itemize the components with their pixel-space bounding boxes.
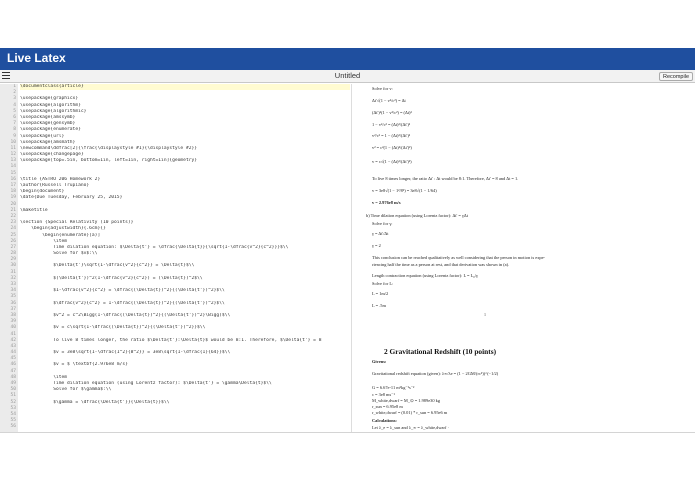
- preview-text-line: r_white,dwarf = (0.01) * r_sun = 6.95e6 …: [372, 410, 448, 415]
- preview-text-line: Let λ_e = λ_sun and λ_∞ = λ_white,dwarf …: [372, 425, 449, 430]
- code-line[interactable]: To live 8 times longer, the ratio $\Delt…: [20, 338, 350, 344]
- preview-text-line: L = 1m/2: [372, 291, 389, 296]
- app-header: Live Latex: [0, 48, 695, 70]
- line-number-gutter: 1 2 3 4 5 6 7 8 9 10 11 12 13 14 15 16 17 18 19 20 21 22 23 24 2…: [0, 84, 18, 432]
- preview-text-line: Gravitational redshift equation (given):…: [372, 371, 499, 376]
- app-title: Live Latex: [7, 51, 66, 65]
- preview-text-line: γ = Δt'/Δt: [372, 231, 389, 236]
- preview-text-line: L = .5m: [372, 303, 386, 308]
- line-number: 56: [10, 424, 16, 430]
- preview-text-line: 1 − v²/c² = (Δt)²/(Δt')²: [372, 122, 411, 127]
- preview-text-line: r_sun = 6.95e8 m: [372, 404, 403, 409]
- bottom-area: [0, 432, 695, 494]
- preview-text-line: γ = 2: [372, 243, 381, 248]
- toolbar: Untitled Recompile: [0, 70, 695, 83]
- preview-text-line: Δt'√(1 − v²/c²) = Δt: [372, 98, 406, 103]
- preview-text-line: Length contraction equation (using Loren…: [372, 273, 479, 278]
- preview-text-line: v = c√(1 − (Δt)²/(Δt')²): [372, 159, 412, 164]
- preview-text-line: v = 2.976e8 m/s: [372, 200, 401, 205]
- preview-text-line: To live 8 times longer, the ratio Δt' : …: [372, 176, 519, 181]
- preview-text-line: v²/c² = 1 − (Δt)²/(Δt')²: [372, 133, 411, 138]
- recompile-button[interactable]: Recompile: [659, 72, 693, 81]
- preview-text-line: (Δt')²(1 − v²/c²) = (Δt)²: [372, 110, 412, 115]
- preview-text-line: b) Time dilation equation (using Lorentz…: [366, 213, 468, 218]
- top-blank-area: [0, 0, 695, 48]
- pdf-preview: Solve for v: Δt'√(1 − v²/c²) = Δt (Δt')²(1…: [351, 84, 695, 432]
- preview-text-line: Calculations:: [372, 418, 397, 423]
- code-area[interactable]: \documentclass{article} \usepackage{graph…: [20, 84, 350, 431]
- preview-text-line: v = 3e8√(1 − 1²/8²) = 3e8√(1 − 1/64): [372, 188, 437, 193]
- page-number: 1: [484, 312, 486, 317]
- section-heading: 2 Gravitational Redshift (10 points): [384, 347, 497, 356]
- preview-text-line: riencing half the time as a person at re…: [372, 262, 510, 267]
- code-line[interactable]: [20, 424, 350, 430]
- preview-text-line: v² = c²(1 − (Δt)²/(Δt')²): [372, 145, 412, 150]
- preview-text-line: Solve for γ:: [372, 221, 393, 226]
- document-title[interactable]: Untitled: [0, 71, 695, 80]
- preview-text-line: Solve for L:: [372, 281, 394, 286]
- latex-editor[interactable]: 1 2 3 4 5 6 7 8 9 10 11 12 13 14 15 16 17 18 19 20 21 22 23 24 2…: [0, 84, 350, 432]
- preview-text-line: G = 6.67e-11 m³kg⁻¹s⁻²: [372, 385, 415, 390]
- preview-text-line: Givens:: [372, 359, 387, 364]
- preview-text-line: Solve for v:: [372, 86, 393, 91]
- preview-text-line: This conclusion can be reached qualitati…: [372, 255, 546, 260]
